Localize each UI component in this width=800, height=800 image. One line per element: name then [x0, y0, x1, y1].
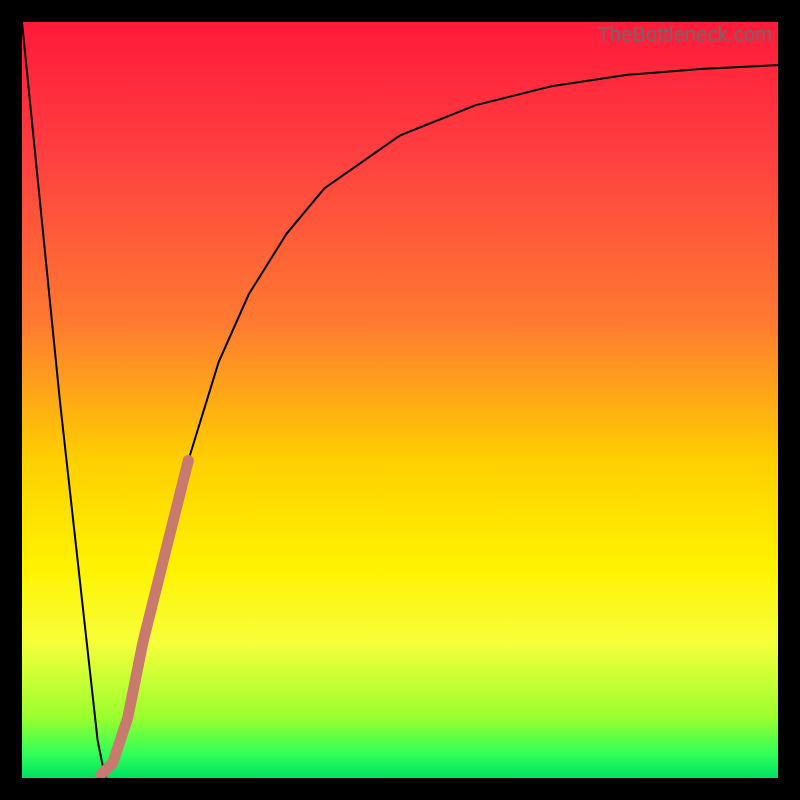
highlight-segment-path [101, 461, 188, 775]
chart-frame: TheBottleneck.com [0, 0, 800, 800]
chart-svg [22, 22, 778, 778]
plot-area: TheBottleneck.com [22, 22, 778, 778]
